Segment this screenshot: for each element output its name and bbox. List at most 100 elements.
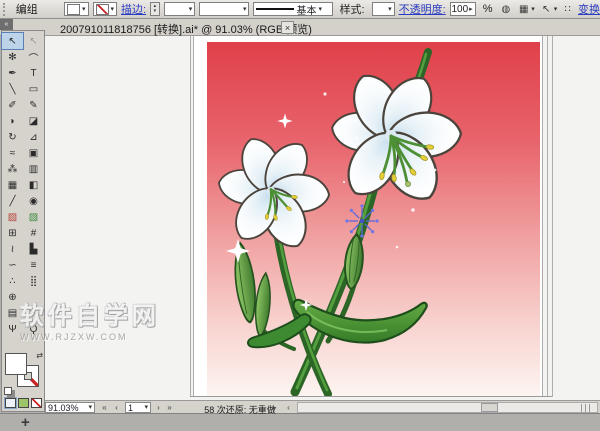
stroke-color-dropdown[interactable]: ▾: [93, 2, 118, 16]
lasso-tool[interactable]: ⌒: [23, 49, 44, 65]
plus-cursor-mark: +: [21, 414, 30, 431]
mesh-tool[interactable]: ▦: [2, 177, 23, 193]
zoom-tool[interactable]: Ϙ: [23, 321, 44, 337]
canvas-pasteboard[interactable]: [43, 36, 600, 400]
wave-tool[interactable]: ∽: [2, 257, 23, 273]
direct-selection-tool[interactable]: ↖: [23, 33, 44, 49]
chevron-down-icon: ▾: [318, 6, 322, 13]
select-arrow-icon: ↖: [539, 2, 554, 16]
recolor-artwork-icon[interactable]: ◍: [499, 2, 512, 16]
chevron-down-icon: ▾: [111, 6, 115, 13]
panel-grip[interactable]: [3, 3, 7, 16]
blob-brush-tool[interactable]: ◗: [2, 113, 23, 129]
prev-artboard-button[interactable]: ‹: [111, 402, 122, 413]
column-graph-tool[interactable]: ▥: [23, 161, 44, 177]
fill-color-swatch-icon: [67, 4, 80, 15]
stroke-weight-stepper[interactable]: ▴ ▾: [150, 2, 160, 16]
first-artboard-button[interactable]: «: [99, 402, 110, 413]
magic-wand-tool[interactable]: ✻: [2, 49, 23, 65]
blend-tool[interactable]: ◉: [23, 193, 44, 209]
graphic-style-dropdown[interactable]: ▾: [372, 2, 395, 16]
paint-mode-buttons: [2, 395, 44, 408]
align-grid-icon: ▦: [516, 2, 531, 16]
selection-tool[interactable]: ↖: [2, 33, 23, 49]
pen-tool[interactable]: ✒: [2, 65, 23, 81]
type-tool[interactable]: T: [23, 65, 44, 81]
artboard-edge-line: [193, 36, 194, 397]
free-transform-tool[interactable]: ▣: [23, 145, 44, 161]
artboard-edge-line: [542, 36, 543, 397]
transform-panel-link[interactable]: 变换: [578, 1, 600, 17]
none-mode-button[interactable]: [31, 398, 42, 408]
scissors-tool[interactable]: ✂: [23, 305, 44, 321]
tool-grid: ↖ ↖ ✻ ⌒ ✒ T ╲ ▭ ✐ ✎ ◗ ◪ ↻ ⊿ ≈ ▣ ⁂ ▥ ▦ ◧ …: [2, 31, 44, 337]
eraser-tool[interactable]: ◪: [23, 113, 44, 129]
artboard-tool[interactable]: ⊕: [2, 289, 23, 305]
chevron-right-icon: ▸: [469, 6, 473, 13]
chevron-down-icon: ▾: [554, 6, 558, 13]
comb-tool[interactable]: ≡: [23, 257, 44, 273]
default-fill-stroke-icon[interactable]: [4, 387, 12, 395]
artboard-bottom-line: [190, 396, 552, 397]
zoom-level-dropdown[interactable]: 91.03% ▾: [45, 402, 95, 413]
select-similar-button[interactable]: ↖ ▾: [539, 2, 558, 16]
chevron-down-icon: ▾: [82, 6, 86, 13]
brush-definition-dropdown[interactable]: 基本 ▾: [253, 2, 332, 16]
isolate-selection-icon[interactable]: ∷: [561, 2, 574, 16]
color-mode-button[interactable]: [5, 398, 16, 408]
warp-tool[interactable]: ≈: [2, 145, 23, 161]
horizontal-scrollbar[interactable]: [297, 402, 598, 413]
width-tool[interactable]: ≀: [2, 241, 23, 257]
chevron-down-icon: ▾: [531, 6, 535, 13]
tools-panel: ↖ ↖ ✻ ⌒ ✒ T ╲ ▭ ✐ ✎ ◗ ◪ ↻ ⊿ ≈ ▣ ⁂ ▥ ▦ ◧ …: [1, 30, 45, 412]
stroke-panel-link[interactable]: 描边:: [121, 1, 146, 17]
paintbrush-tool[interactable]: ✐: [2, 97, 23, 113]
scroll-left-button[interactable]: ‹: [283, 402, 294, 413]
chevron-down-icon: ▾: [388, 6, 392, 13]
horizontal-scrollbar-thumb[interactable]: [481, 403, 498, 412]
crop-area-tool[interactable]: ⊞: [2, 225, 23, 241]
graph-tool[interactable]: ▙: [23, 241, 44, 257]
selection-type-label: 编组: [13, 1, 41, 17]
hand-tool[interactable]: Ψ: [2, 321, 23, 337]
brush-stroke-preview: [256, 8, 294, 10]
scale-tool[interactable]: ⊿: [23, 129, 44, 145]
rotate-tool[interactable]: ↻: [2, 129, 23, 145]
twirl-tool[interactable]: ∴: [2, 273, 23, 289]
live-paint-bucket-tool[interactable]: ▨: [2, 209, 23, 225]
opacity-panel-link[interactable]: 不透明度:: [399, 1, 446, 17]
eyedropper-tool[interactable]: ╱: [2, 193, 23, 209]
wrinkle-tool[interactable]: ⣿: [23, 273, 44, 289]
document-titlebar: « 200791011818756 [转换].ai* @ 91.03% (RGB…: [0, 19, 600, 36]
artboard-number-dropdown[interactable]: 1 ▾: [125, 402, 151, 413]
pencil-tool[interactable]: ✎: [23, 97, 44, 113]
swap-fill-stroke-icon[interactable]: ⇄: [36, 351, 43, 360]
stroke-none-swatch-icon: [96, 4, 109, 15]
artboard-guide-line: [547, 36, 548, 397]
page-tiling-line: [552, 36, 553, 397]
next-artboard-button[interactable]: ›: [153, 402, 164, 413]
live-paint-selection-tool[interactable]: ▧: [23, 209, 44, 225]
stepper-down-icon[interactable]: ▾: [154, 9, 157, 14]
align-options-button[interactable]: ▦ ▾: [516, 2, 535, 16]
panel-collapse-button[interactable]: «: [0, 19, 13, 30]
close-document-button[interactable]: ×: [281, 21, 294, 34]
fill-color-dropdown[interactable]: ▾: [64, 2, 89, 16]
status-popup-icon[interactable]: ▸: [269, 402, 280, 413]
symbol-sprayer-tool[interactable]: ⁂: [2, 161, 23, 177]
opacity-input[interactable]: 100 ▸: [450, 2, 476, 16]
line-segment-tool[interactable]: ╲: [2, 81, 23, 97]
fill-color-swatch[interactable]: [5, 353, 27, 375]
tool-spacer: [23, 289, 44, 305]
slice-select-tool[interactable]: ▤: [2, 305, 23, 321]
last-artboard-button[interactable]: »: [164, 402, 175, 413]
selected-starburst: [345, 204, 378, 237]
artwork-lilies[interactable]: [207, 42, 540, 396]
status-bar: 91.03% ▾ « ‹ 1 ▾ › » 58 次还原: 无重做 ▸ ‹: [45, 400, 600, 413]
gradient-tool[interactable]: ◧: [23, 177, 44, 193]
rectangle-tool[interactable]: ▭: [23, 81, 44, 97]
stroke-weight-dropdown[interactable]: ▾: [164, 2, 196, 16]
gradient-mode-button[interactable]: [18, 398, 29, 408]
slice-tool[interactable]: #: [23, 225, 44, 241]
variable-width-dropdown[interactable]: ▾: [199, 2, 249, 16]
